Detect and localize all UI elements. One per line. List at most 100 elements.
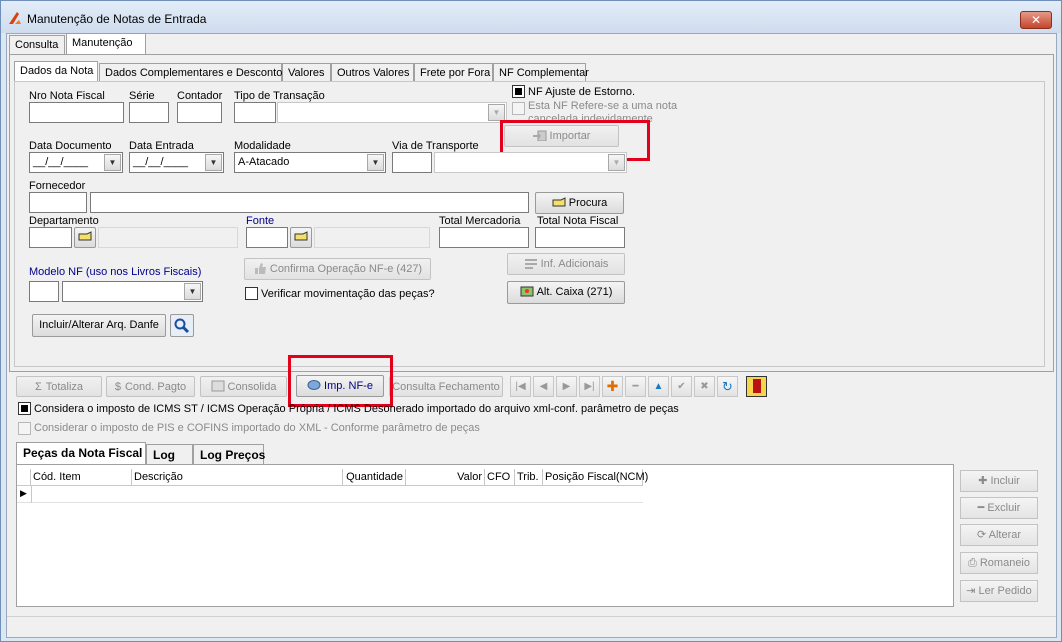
consolidate-icon (211, 380, 225, 392)
cancel-record-icon[interactable]: ✖ (694, 376, 715, 397)
serie-input[interactable] (129, 102, 169, 123)
nf-ajuste-checkbox[interactable] (512, 85, 525, 98)
tipo-transacao-code-input[interactable] (234, 102, 276, 123)
ler-pedido-label: Ler Pedido (978, 585, 1032, 597)
last-record-icon[interactable]: ▶| (579, 376, 600, 397)
serie-label: Série (129, 90, 155, 102)
tab-valores[interactable]: Valores (282, 63, 331, 82)
fonte-code-input[interactable] (246, 227, 288, 248)
grid-header-trib[interactable]: Trib. (515, 469, 543, 486)
confirma-operacao-label: Confirma Operação NF-e (427) (269, 263, 423, 275)
departamento-code-input[interactable] (29, 227, 72, 248)
table-row[interactable]: ▶ (17, 486, 643, 503)
modalidade-select[interactable]: A-Atacado ▼ (234, 152, 386, 173)
chevron-down-icon: ▼ (608, 154, 625, 171)
data-documento-select[interactable]: __/__/____ ▼ (29, 152, 123, 173)
total-nota-input[interactable] (535, 227, 625, 248)
consolida-button[interactable]: Consolida (200, 376, 287, 397)
prev-record-icon[interactable]: ◀ (533, 376, 554, 397)
fornecedor-code-input[interactable] (29, 192, 87, 213)
nro-nota-label: Nro Nota Fiscal (29, 90, 105, 102)
procura-button[interactable]: Procura (535, 192, 624, 214)
contador-input[interactable] (177, 102, 222, 123)
app-logo-icon (9, 12, 21, 24)
modelo-nf-code-input[interactable] (29, 281, 59, 302)
fonte-name-field (314, 227, 430, 248)
via-transporte-select[interactable]: ▼ (434, 152, 627, 173)
fornecedor-label: Fornecedor (29, 180, 86, 192)
refresh-icon[interactable]: ↻ (717, 376, 738, 397)
tab-log[interactable]: Log (146, 444, 193, 464)
tab-outros-valores[interactable]: Outros Valores (331, 63, 414, 82)
next-record-icon[interactable]: ▶ (556, 376, 577, 397)
alterar-button[interactable]: ⟳ Alterar (960, 524, 1038, 546)
tab-manutencao[interactable]: Manutenção (66, 33, 146, 54)
romaneio-button[interactable]: ⎙ Romaneio (960, 552, 1038, 574)
incluir-button[interactable]: ✚ Incluir (960, 470, 1038, 492)
incluir-danfe-button[interactable]: Incluir/Alterar Arq. Danfe (32, 314, 166, 337)
grid-header-cod-item[interactable]: Cód. Item (31, 469, 132, 486)
pis-cofins-label: Considerar o imposto de PIS e COFINS imp… (34, 422, 480, 434)
tab-dados-nota[interactable]: Dados da Nota (14, 61, 98, 82)
nro-nota-input[interactable] (29, 102, 124, 123)
grid-header-posicao-fiscal[interactable]: Posição Fiscal(NCM) (543, 469, 648, 486)
row-pointer-icon: ▶ (20, 488, 27, 498)
total-mercadoria-input[interactable] (439, 227, 529, 248)
tipo-transacao-select[interactable]: ▼ (277, 102, 507, 123)
edit-record-icon[interactable]: ▲ (648, 376, 669, 397)
inf-adicionais-button[interactable]: Inf. Adicionais (507, 253, 625, 275)
incluir-label: Incluir (990, 475, 1020, 487)
tab-nf-complementar[interactable]: NF Complementar (493, 63, 589, 82)
pecas-grid[interactable]: Cód. Item Descrição Quantidade Valor CFO… (16, 464, 954, 607)
tab-consulta[interactable]: Consulta (9, 35, 65, 54)
totaliza-button[interactable]: Σ Totaliza (16, 376, 102, 397)
grid-header-descricao[interactable]: Descrição (132, 469, 343, 486)
alt-caixa-button[interactable]: Alt. Caixa (271) (507, 281, 625, 304)
verificar-label: Verificar movimentação das peças? (261, 288, 435, 300)
delete-record-icon[interactable]: ━ (625, 376, 646, 397)
data-documento-label: Data Documento (29, 140, 112, 152)
grid-header-cfo[interactable]: CFO (485, 469, 515, 486)
pis-cofins-checkbox[interactable] (18, 422, 31, 435)
modelo-nf-label: Modelo NF (uso nos Livros Fiscais) (29, 266, 202, 278)
data-entrada-select[interactable]: __/__/____ ▼ (129, 152, 224, 173)
tipo-transacao-label: Tipo de Transação (234, 90, 325, 102)
via-transporte-code-input[interactable] (392, 152, 432, 173)
status-bar (7, 616, 1056, 637)
tab-log-precos[interactable]: Log Preços (193, 444, 265, 464)
fornecedor-name-input[interactable] (90, 192, 529, 213)
alterar-label: Alterar (988, 529, 1022, 541)
excluir-label: Excluir (987, 502, 1021, 514)
tab-pecas-nota[interactable]: Peças da Nota Fiscal (16, 442, 146, 464)
client-area: Consulta Manutenção Dados da Nota Dados … (6, 33, 1057, 638)
cond-pagto-button[interactable]: $ Cond. Pagto (106, 376, 195, 397)
romaneio-label: Romaneio (979, 557, 1030, 569)
data-documento-value: __/__/____ (33, 156, 89, 168)
close-button[interactable]: ✕ (1020, 11, 1052, 29)
thumbs-up-icon (254, 263, 266, 274)
chevron-down-icon: ▼ (104, 154, 121, 171)
verificar-checkbox[interactable] (245, 287, 258, 300)
inf-adicionais-label: Inf. Adicionais (540, 258, 609, 270)
grid-header-quantidade[interactable]: Quantidade (343, 469, 406, 486)
excluir-button[interactable]: ━ Excluir (960, 497, 1038, 519)
chevron-down-icon: ▼ (367, 154, 384, 171)
departamento-search-button[interactable] (74, 227, 96, 248)
tab-frete-por-fora[interactable]: Frete por Fora (414, 63, 493, 82)
add-record-icon[interactable]: ✚ (602, 376, 623, 397)
alt-caixa-label: Alt. Caixa (271) (536, 286, 613, 298)
tab-dados-complementares[interactable]: Dados Complementares e Desconto (99, 63, 282, 82)
ler-pedido-button[interactable]: ⇥ Ler Pedido (960, 580, 1038, 602)
grid-header-valor[interactable]: Valor (406, 469, 485, 486)
consulta-fechamento-button[interactable]: Consulta Fechamento (389, 376, 503, 397)
exit-door-icon[interactable] (746, 376, 767, 397)
first-record-icon[interactable]: |◀ (510, 376, 531, 397)
post-record-icon[interactable]: ✔ (671, 376, 692, 397)
nf-refere-checkbox[interactable] (512, 102, 525, 115)
minus-icon: ━ (977, 502, 988, 514)
danfe-search-button[interactable] (170, 314, 194, 337)
confirma-operacao-button[interactable]: Confirma Operação NF-e (427) (244, 258, 431, 280)
icms-checkbox[interactable] (18, 402, 31, 415)
fonte-search-button[interactable] (290, 227, 312, 248)
modelo-nf-select[interactable]: ▼ (62, 281, 203, 302)
